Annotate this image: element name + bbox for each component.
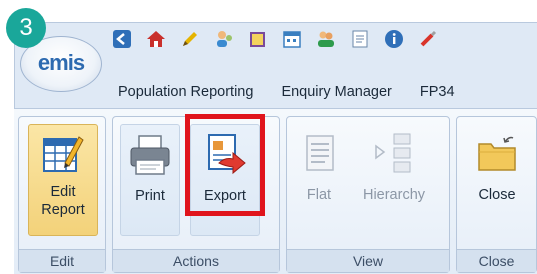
tab-fp34[interactable]: FP34 [406, 84, 455, 100]
document-icon[interactable] [350, 29, 370, 49]
tab-enquiry-manager[interactable]: Enquiry Manager [267, 84, 405, 100]
hierarchy-label: Hierarchy [362, 187, 426, 203]
calendar-icon[interactable] [282, 29, 302, 49]
group-label-edit: Edit [19, 249, 105, 272]
flat-label: Flat [306, 187, 332, 203]
pencil-icon[interactable] [180, 29, 200, 49]
edit-grid-icon [43, 136, 84, 172]
back-icon[interactable] [112, 29, 132, 49]
group-label-actions: Actions [113, 249, 279, 272]
printer-icon [130, 135, 170, 175]
tab-population-reporting[interactable]: Population Reporting [104, 84, 267, 100]
users-icon[interactable] [214, 29, 234, 49]
edit-report-button[interactable]: Edit Report [28, 124, 98, 236]
hierarchy-icon [375, 133, 411, 173]
close-button[interactable]: Close [462, 124, 532, 236]
hierarchy-button[interactable]: Hierarchy [346, 124, 442, 236]
edit-report-label-1: Edit [50, 184, 76, 200]
group-label-view: View [287, 249, 449, 272]
home-icon[interactable] [146, 29, 166, 49]
print-button[interactable]: Print [120, 124, 180, 236]
edit-report-label-2: Report [41, 202, 85, 218]
info-icon[interactable] [384, 29, 404, 49]
notepad-icon[interactable] [248, 29, 268, 49]
close-label: Close [478, 187, 516, 203]
brush-icon[interactable] [418, 29, 438, 49]
logo-text: emis [37, 50, 85, 75]
ribbon-tabs: Population Reporting Enquiry Manager FP3… [104, 78, 537, 106]
export-highlight-box [185, 114, 265, 216]
quick-access-toolbar [104, 24, 537, 54]
group-label-close: Close [457, 249, 536, 272]
flat-list-icon [306, 135, 334, 171]
folder-close-icon [478, 136, 516, 171]
step-badge: 3 [6, 8, 46, 48]
print-label: Print [135, 188, 165, 204]
group-icon[interactable] [316, 29, 336, 49]
flat-button[interactable]: Flat [292, 124, 346, 236]
